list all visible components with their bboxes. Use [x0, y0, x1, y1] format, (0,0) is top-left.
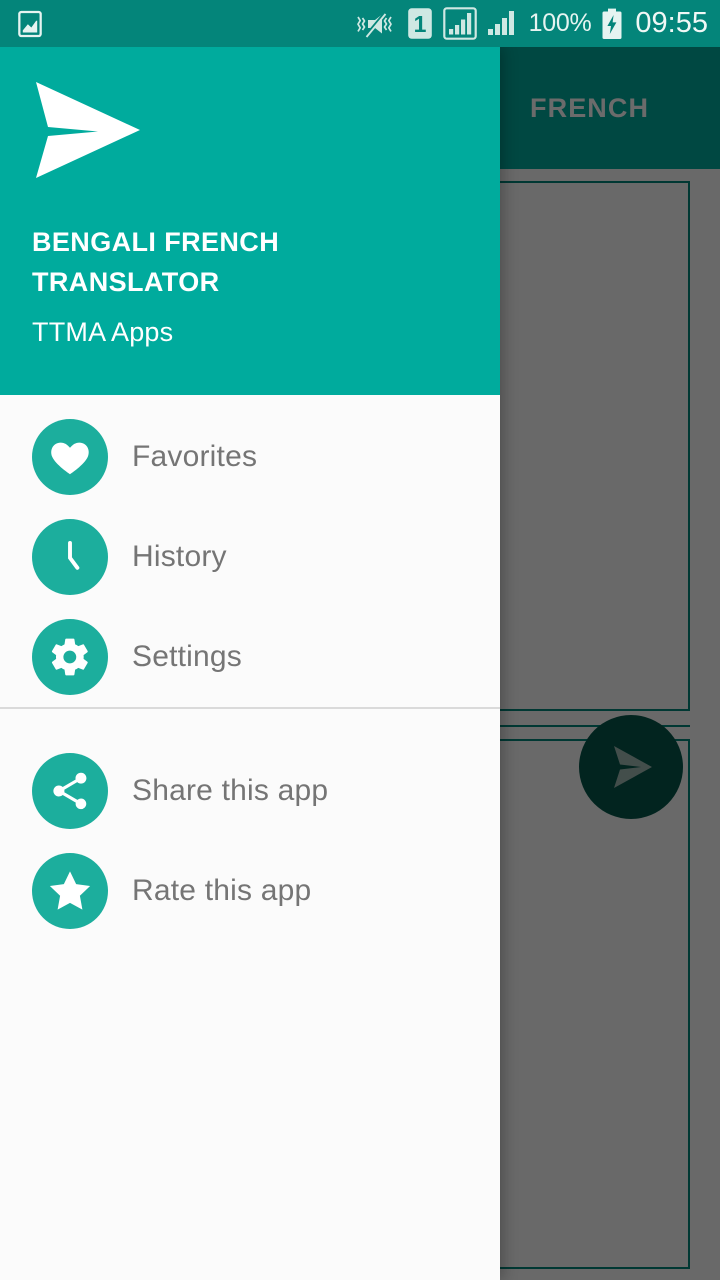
sidebar-item-settings[interactable]: Settings	[0, 607, 500, 707]
star-icon	[32, 853, 108, 929]
sim-1-icon: 1	[407, 8, 432, 39]
drawer-app-subtitle: TTMA Apps	[32, 317, 174, 347]
sidebar-item-rate-this-app[interactable]: Rate this app	[0, 841, 500, 941]
send-paper-plane-logo-icon	[36, 82, 140, 178]
photo-gallery-icon	[18, 10, 42, 38]
svg-text:1: 1	[413, 11, 426, 37]
battery-percent-label: 100%	[528, 9, 592, 37]
signal-bars-sim2-icon	[487, 11, 514, 35]
drawer-nav-group-primary: Favorites History Settings	[0, 395, 500, 707]
gear-icon	[32, 619, 108, 695]
drawer-app-title: BENGALI FRENCH TRANSLATOR	[32, 227, 280, 297]
heart-icon	[32, 419, 108, 495]
clock-icon	[32, 519, 108, 595]
navigation-drawer: BENGALI FRENCH TRANSLATOR TTMA Apps Favo…	[0, 47, 500, 1280]
sidebar-item-label: Share this app	[132, 774, 329, 807]
sidebar-item-label: Favorites	[132, 440, 258, 473]
sidebar-item-label: Settings	[132, 640, 242, 673]
vibrate-mute-icon	[356, 11, 392, 38]
sidebar-item-share-this-app[interactable]: Share this app	[0, 741, 500, 841]
drawer-header: BENGALI FRENCH TRANSLATOR TTMA Apps	[0, 47, 500, 395]
signal-bars-sim1-icon	[442, 7, 477, 40]
status-bar-clock: 09:55	[635, 7, 708, 39]
share-icon	[32, 753, 108, 829]
phone-screen: FRENCH BENGALI FRENCH TRANSLATOR TTMA Ap…	[0, 0, 720, 1280]
status-bar-right-icons: 1 100% 09:55	[355, 0, 708, 47]
drawer-nav-group-secondary: Share this app Rate this app	[0, 709, 500, 941]
sidebar-item-history[interactable]: History	[0, 507, 500, 607]
sidebar-item-label: Rate this app	[132, 874, 312, 907]
sidebar-item-favorites[interactable]: Favorites	[0, 407, 500, 507]
drawer-scrim-overlay[interactable]	[500, 47, 720, 1280]
battery-charging-icon	[602, 8, 622, 39]
status-bar: 1 100% 09:55	[0, 0, 720, 47]
sidebar-item-label: History	[132, 540, 227, 573]
status-bar-left-icons	[14, 8, 46, 40]
